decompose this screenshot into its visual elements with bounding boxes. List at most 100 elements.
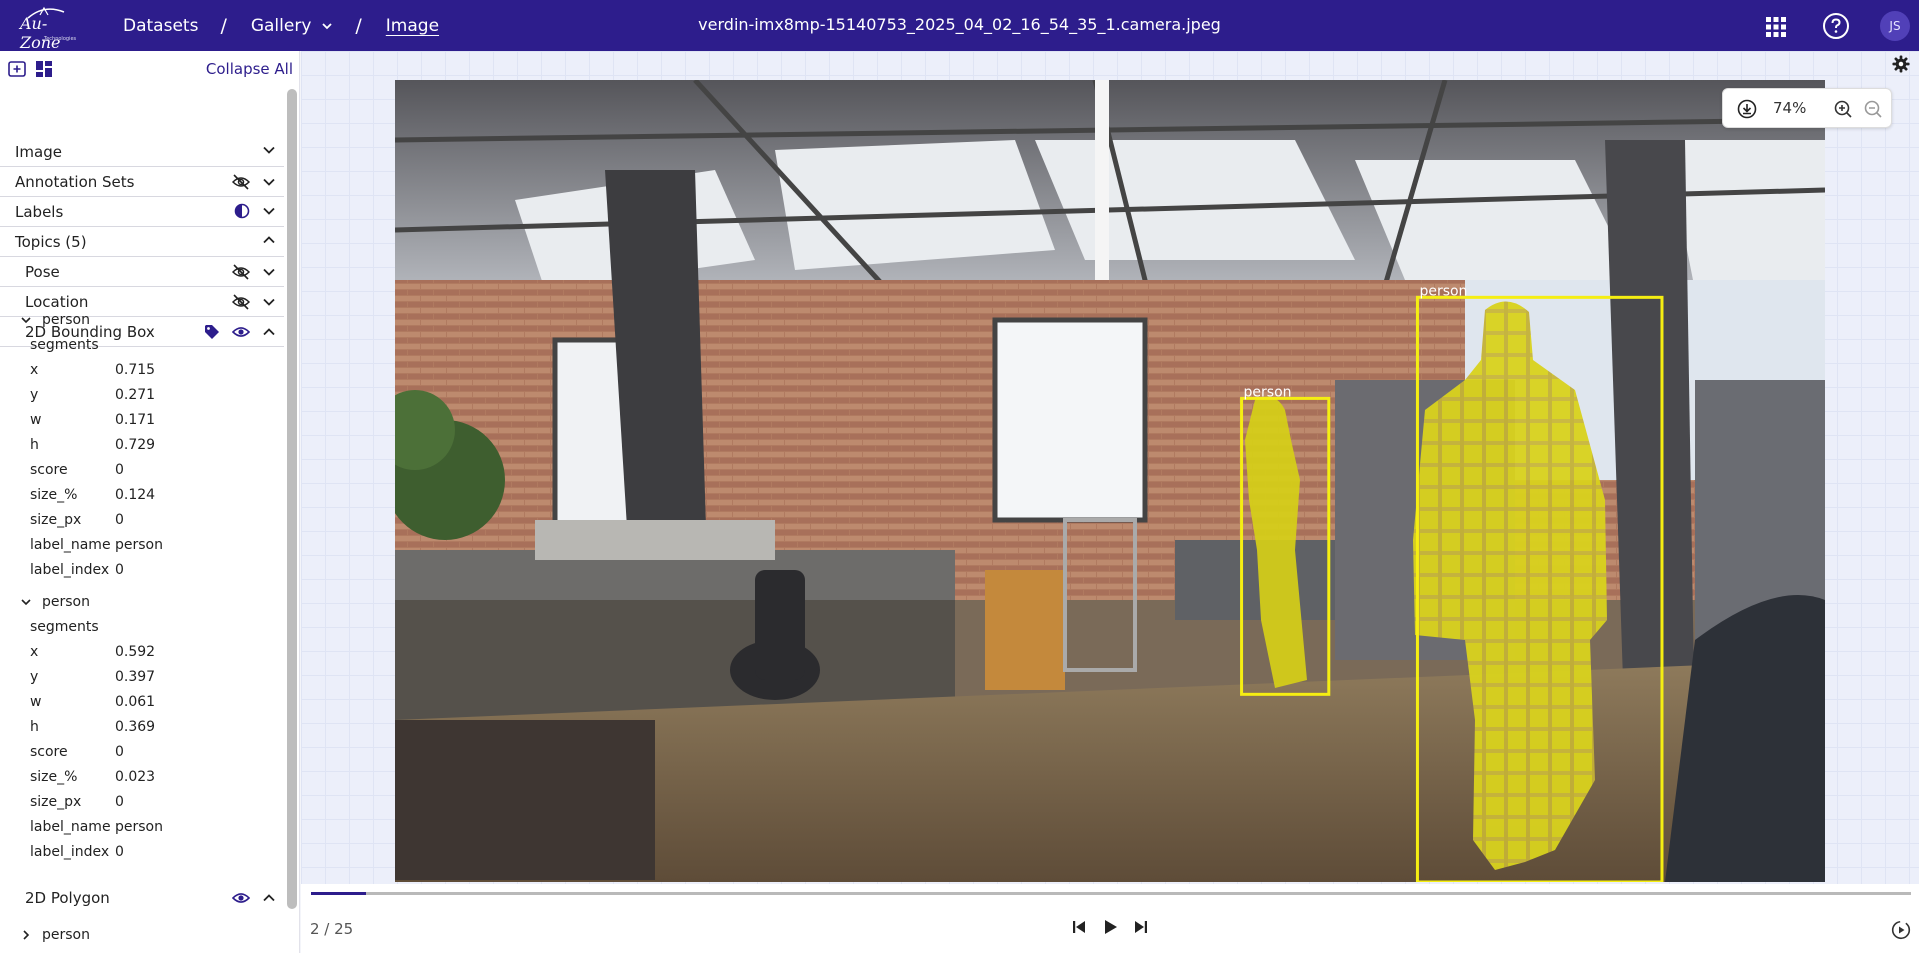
section-label: Topics (5) <box>15 232 87 251</box>
field-key: label_name <box>30 537 111 553</box>
collapse-all-button[interactable]: Collapse All <box>206 60 293 78</box>
field-value: 0.023 <box>115 769 156 785</box>
field-key: label_index <box>30 844 110 860</box>
tree-node-person[interactable]: person <box>20 926 90 944</box>
field-value: person <box>115 537 163 553</box>
topic-label: Location <box>25 292 89 311</box>
play-icon[interactable] <box>1101 918 1119 936</box>
field-value: 0 <box>115 512 124 528</box>
field-key: h <box>30 719 39 735</box>
chevron-down-icon[interactable] <box>262 295 276 309</box>
field-key: size_% <box>30 487 78 503</box>
field-key: x <box>30 644 39 660</box>
breadcrumb-gallery[interactable]: Gallery <box>251 16 312 36</box>
field-value: 0.729 <box>115 437 156 453</box>
section-annotation-sets[interactable]: Annotation Sets <box>0 167 284 197</box>
eye-icon[interactable] <box>232 889 250 907</box>
field-key: y <box>30 387 39 403</box>
section-topics[interactable]: Topics (5) <box>0 227 284 257</box>
timeline-track[interactable] <box>311 892 1911 895</box>
chevron-right-icon[interactable] <box>20 929 32 941</box>
company-logo[interactable]: Au-Zone Technologies <box>16 6 80 52</box>
field-value: 0.369 <box>115 719 156 735</box>
field-value: 0.171 <box>115 412 156 428</box>
playback-controls <box>1071 918 1149 936</box>
help-icon[interactable] <box>1822 12 1850 40</box>
field-key: label_index <box>30 562 110 578</box>
chevron-down-icon[interactable] <box>262 204 276 218</box>
field-value: 0 <box>115 744 124 760</box>
chevron-down-icon[interactable] <box>20 596 32 608</box>
eye-icon[interactable] <box>232 323 250 341</box>
tree-node-label: person <box>42 594 90 610</box>
eye-off-icon[interactable] <box>232 263 250 281</box>
field-key: segments <box>30 619 99 635</box>
eye-off-icon[interactable] <box>232 173 250 191</box>
gear-icon[interactable] <box>1892 55 1910 73</box>
breadcrumb-separator: / <box>355 14 362 37</box>
chevron-down-icon[interactable] <box>321 20 333 32</box>
tree-node-person[interactable]: person <box>20 593 90 611</box>
eye-off-icon[interactable] <box>232 293 250 311</box>
timeline-progress <box>311 892 367 895</box>
field-key: w <box>30 412 42 428</box>
zoom-out-icon[interactable] <box>1863 99 1883 119</box>
download-icon[interactable] <box>1737 99 1757 119</box>
topic-2d-polygon[interactable]: 2D Polygon <box>0 883 284 913</box>
skip-previous-icon[interactable] <box>1071 919 1087 935</box>
tree-node-label: person <box>42 927 90 943</box>
zoom-in-icon[interactable] <box>1833 99 1853 119</box>
bbox-label: person <box>1419 283 1467 299</box>
field-key: size_px <box>30 794 82 810</box>
contrast-icon[interactable] <box>234 203 250 219</box>
field-key: size_% <box>30 769 78 785</box>
field-value: 0.271 <box>115 387 156 403</box>
skip-next-icon[interactable] <box>1133 919 1149 935</box>
chevron-up-icon[interactable] <box>262 233 276 247</box>
zoom-level: 74% <box>1773 99 1807 117</box>
sidebar: Collapse All Image Annotation Sets Label… <box>0 51 300 953</box>
field-key: score <box>30 462 68 478</box>
sidebar-header: Collapse All <box>0 51 299 87</box>
topic-pose[interactable]: Pose <box>0 257 284 287</box>
top-bar: Au-Zone Technologies Datasets / Gallery … <box>0 0 1919 52</box>
zoom-controls: 74% <box>1722 88 1892 128</box>
field-key: segments <box>30 337 99 353</box>
bbox-label: person <box>1244 384 1292 400</box>
field-value: 0 <box>115 844 124 860</box>
chevron-up-icon[interactable] <box>262 891 276 905</box>
field-key: y <box>30 669 39 685</box>
section-label: Image <box>15 142 62 161</box>
tag-icon[interactable] <box>204 324 220 340</box>
field-value: 0 <box>115 562 124 578</box>
chevron-up-icon[interactable] <box>262 325 276 339</box>
field-value: 0.715 <box>115 362 156 378</box>
chevron-down-icon[interactable] <box>262 143 276 157</box>
add-panel-icon[interactable] <box>8 61 26 77</box>
field-value: 0 <box>115 462 124 478</box>
timeline: 2 / 25 <box>301 884 1919 953</box>
field-value: 0 <box>115 794 124 810</box>
user-avatar[interactable]: JS <box>1880 11 1910 41</box>
breadcrumb-image[interactable]: Image <box>386 16 439 36</box>
field-value: 0.061 <box>115 694 156 710</box>
autoplay-icon[interactable] <box>1891 920 1911 940</box>
tree-node-label: person <box>42 312 90 328</box>
camera-image[interactable]: person person <box>395 80 1825 882</box>
breadcrumb-datasets[interactable]: Datasets <box>123 16 198 36</box>
chevron-down-icon[interactable] <box>20 314 32 326</box>
section-labels[interactable]: Labels <box>0 197 284 227</box>
layout-grid-icon[interactable] <box>36 61 52 77</box>
breadcrumb: Datasets / Gallery / Image <box>123 0 439 51</box>
chevron-down-icon[interactable] <box>262 175 276 189</box>
tree-node-person[interactable]: person <box>20 311 90 329</box>
sidebar-scrollbar[interactable] <box>287 89 297 909</box>
field-value: 0.592 <box>115 644 156 660</box>
topic-label: 2D Polygon <box>25 889 110 907</box>
field-key: label_name <box>30 819 111 835</box>
logo-subtext: Technologies <box>44 36 77 42</box>
field-value: person <box>115 819 163 835</box>
section-image[interactable]: Image <box>0 137 284 167</box>
apps-grid-icon[interactable] <box>1765 16 1787 38</box>
chevron-down-icon[interactable] <box>262 265 276 279</box>
